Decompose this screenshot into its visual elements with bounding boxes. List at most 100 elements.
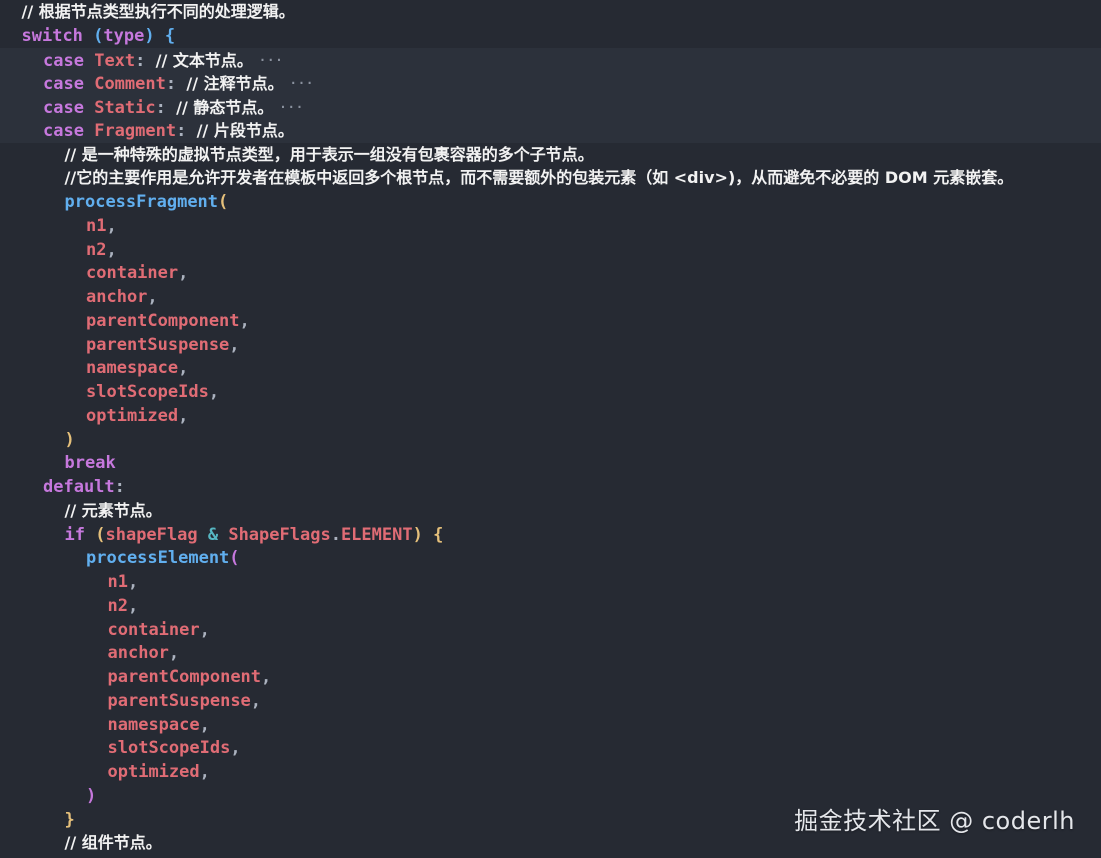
code-token-punct: ,	[147, 287, 158, 307]
code-line[interactable]: parentSuspense,	[0, 333, 1101, 357]
code-line[interactable]: parentComponent,	[0, 665, 1101, 689]
code-token-ident: shapeFlag	[105, 524, 198, 545]
code-token-keyword: default	[43, 477, 115, 497]
code-token-punct: ,	[239, 310, 250, 331]
fold-ellipsis-icon[interactable]: ···	[279, 95, 304, 119]
code-line[interactable]: break	[0, 451, 1101, 475]
code-line[interactable]: n2,	[0, 238, 1101, 262]
code-token-punct: ,	[250, 690, 262, 711]
code-token-punct: ,	[178, 358, 189, 379]
code-token-keyword: case	[43, 74, 84, 95]
code-token-keyword: if	[64, 524, 85, 545]
code-token-keyword: case	[43, 50, 84, 71]
code-editor[interactable]: // 根据节点类型执行不同的处理逻辑。 switch (type) {case T…	[0, 0, 1101, 858]
code-token-keyword: type	[103, 25, 145, 46]
code-line[interactable]: processElement(	[0, 546, 1101, 570]
code-token-ident: ShapeFlags	[228, 524, 331, 545]
code-token-ident: n2	[107, 595, 128, 616]
code-token-ident: Text	[94, 50, 136, 71]
code-token-ident: Comment	[94, 74, 166, 95]
code-line[interactable]: switch (type) {	[0, 24, 1101, 48]
code-line[interactable]: case Static: // 静态节点。 ···	[0, 95, 1101, 119]
code-token-comment: // 根据节点类型执行不同的处理逻辑。	[21, 2, 295, 21]
code-token-punct: ,	[106, 239, 117, 260]
code-line[interactable]: slotScopeIds,	[0, 380, 1101, 404]
code-token-ident: container	[86, 263, 179, 284]
code-line[interactable]: optimized,	[0, 404, 1101, 428]
code-line[interactable]: // 是一种特殊的虚拟节点类型，用于表示一组没有包裹容器的多个子节点。	[0, 143, 1101, 167]
code-token-paren: (	[218, 192, 229, 212]
code-token-ident: Static	[94, 98, 156, 118]
code-token-keyword: case	[43, 98, 84, 118]
code-token-punct: :	[114, 477, 125, 497]
code-line[interactable]: slotScopeIds,	[0, 736, 1101, 760]
code-token-fn: processFragment	[64, 192, 219, 212]
code-token-punct: ,	[106, 215, 117, 236]
code-token-ident: parentComponent	[86, 310, 240, 331]
code-token-ident: n2	[86, 239, 107, 260]
code-token-punct: ,	[199, 619, 210, 640]
code-token-punct: :	[176, 120, 197, 141]
code-token-punct: ,	[230, 738, 241, 759]
code-token-ident: parentComponent	[107, 667, 262, 687]
fold-ellipsis-icon[interactable]: ···	[259, 48, 284, 72]
fold-ellipsis-icon[interactable]: ···	[290, 71, 315, 95]
code-line[interactable]: parentComponent,	[0, 309, 1101, 333]
code-line[interactable]: case Fragment: // 片段节点。	[0, 118, 1101, 143]
code-token-paren: }	[64, 809, 75, 830]
code-token-ident: slotScopeIds	[86, 382, 209, 402]
code-line[interactable]: n2,	[0, 594, 1101, 618]
code-token-punct: ,	[127, 595, 139, 616]
code-line[interactable]: n1,	[0, 570, 1101, 594]
code-line[interactable]: namespace,	[0, 356, 1101, 380]
code-line[interactable]: processFragment(	[0, 190, 1101, 214]
code-token-ident: parentSuspense	[107, 690, 251, 711]
code-token-paren: )	[412, 524, 423, 545]
code-token-comment: // 文本节点。	[155, 50, 253, 70]
code-line[interactable]: //它的主要作用是允许开发者在模板中返回多个根节点，而不需要额外的包装元素（如 …	[0, 166, 1101, 190]
code-line[interactable]: // 根据节点类型执行不同的处理逻辑。	[0, 0, 1101, 24]
code-token-ident: optimized	[107, 762, 200, 782]
code-token-punct: ,	[229, 334, 240, 355]
code-line[interactable]: // 元素节点。	[0, 499, 1101, 523]
code-token-fn: (	[93, 25, 104, 46]
code-line[interactable]: namespace,	[0, 713, 1101, 737]
code-line[interactable]: if (shapeFlag & ShapeFlags.ELEMENT) {	[0, 523, 1101, 547]
code-token-punct: ,	[127, 572, 139, 592]
code-line[interactable]: n1,	[0, 214, 1101, 238]
code-token-ident: Fragment	[94, 120, 177, 141]
code-token-ident: optimized	[86, 405, 179, 426]
code-token-comment: // 元素节点。	[64, 500, 162, 520]
code-line[interactable]: container,	[0, 618, 1101, 642]
code-line[interactable]: optimized,	[0, 760, 1101, 784]
code-token-ident: container	[107, 619, 200, 640]
code-line[interactable]: container,	[0, 261, 1101, 285]
code-token-punct: ,	[208, 382, 220, 402]
code-token-paren2: )	[86, 785, 97, 806]
code-token-ident: parentSuspense	[86, 334, 230, 355]
code-line[interactable]: parentSuspense,	[0, 689, 1101, 713]
code-token-fn: processElement	[86, 548, 230, 569]
code-token-ident: n1	[86, 215, 107, 236]
code-token-punct: ,	[168, 643, 180, 664]
code-token-ident: anchor	[107, 643, 169, 664]
code-token-punct: :	[165, 74, 187, 95]
code-token-keyword: break	[64, 453, 116, 474]
code-line[interactable]: default:	[0, 475, 1101, 499]
code-token-keyword: case	[43, 120, 84, 141]
code-line[interactable]: anchor,	[0, 641, 1101, 665]
code-token-ident: namespace	[107, 714, 200, 735]
code-token-comment: // 是一种特殊的虚拟节点类型，用于表示一组没有包裹容器的多个子节点。	[64, 144, 594, 164]
code-token-punct: ,	[178, 405, 189, 426]
code-line[interactable]: anchor,	[0, 285, 1101, 309]
code-token-punct: ,	[261, 667, 272, 687]
code-token-ident: namespace	[86, 358, 179, 379]
code-line[interactable]: case Comment: // 注释节点。 ···	[0, 71, 1101, 96]
code-line[interactable]: case Text: // 文本节点。 ···	[0, 47, 1101, 72]
code-line[interactable]: )	[0, 428, 1101, 452]
